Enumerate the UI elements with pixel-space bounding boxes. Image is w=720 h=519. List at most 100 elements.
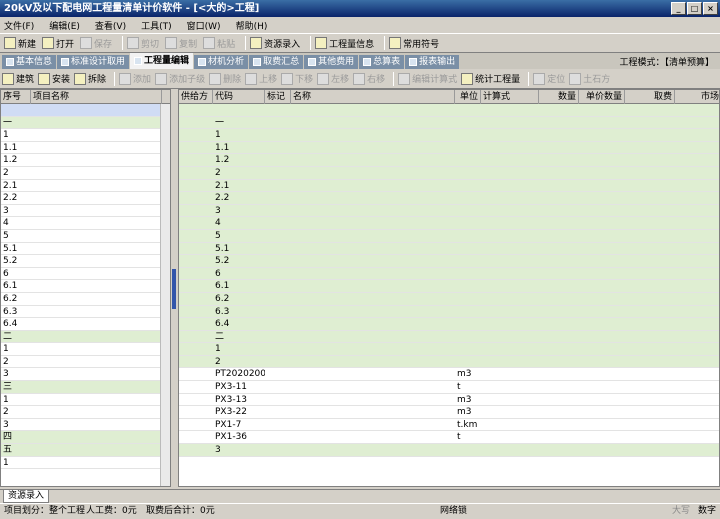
tree-row[interactable]: 4−站内电缆沟道 <box>1 217 170 230</box>
col-name-header[interactable]: 名称 <box>291 90 455 104</box>
tab-5[interactable]: 其他费用 <box>304 55 359 69</box>
toolbar-button-4[interactable]: 复制 <box>165 34 197 52</box>
minimize-button[interactable]: _ <box>671 2 686 15</box>
edit-toolbar-button-3[interactable]: 添加 <box>119 70 151 88</box>
edit-toolbar-button-0[interactable]: 建筑 <box>2 70 34 88</box>
tree-row[interactable]: 1.2−采暖、通风... <box>1 154 170 167</box>
tab-6[interactable]: 总算表 <box>359 55 405 69</box>
toolbar-button-7[interactable]: 工程量信息 <box>315 34 374 52</box>
col-unit-header[interactable]: 单位 <box>455 90 481 104</box>
edit-toolbar-button-9[interactable]: 右移 <box>353 70 385 88</box>
grid-row[interactable]: 5.1−站区道路 <box>179 242 719 256</box>
grid-row[interactable]: 6.2−站区绿化 <box>179 292 719 306</box>
tree-row[interactable]: 一−配电站(开关站)工程 <box>1 116 170 130</box>
toolbar-button-8[interactable]: 常用符号 <box>389 34 439 52</box>
grid-row[interactable]: PT20202001现浇基础m3 <box>179 368 719 382</box>
tree-row[interactable]: 6.1−围墙及大门 <box>1 280 170 293</box>
grid-row[interactable]: 1−土石方工程 <box>179 343 719 356</box>
grid-row[interactable]: 3−护坡、挡土墙及排洪沟砌筑 <box>179 444 719 457</box>
edit-toolbar-button-11[interactable]: 统计工程量 <box>461 70 520 88</box>
tree-row[interactable]: 1−电缆沟工程 <box>1 394 170 407</box>
tree-row[interactable]: 1−站内房屋建筑 <box>1 129 170 142</box>
edit-toolbar-button-4[interactable]: 添加子级 <box>155 70 205 88</box>
col-code-header[interactable]: 代码 <box>213 90 265 104</box>
col-supplier-header[interactable]: 供给方 <box>179 90 213 104</box>
grid-row[interactable]: 二−架空线路工程 <box>179 330 719 344</box>
menu-window[interactable]: 窗口(W) <box>187 19 221 32</box>
tab-4[interactable]: 取费汇总 <box>249 55 304 69</box>
col-fee-header[interactable]: 取费 <box>625 90 675 104</box>
grid-row[interactable]: PX3-13基础垫层 抗底桩石...m3 <box>179 394 719 407</box>
toolbar-button-0[interactable]: 新建 <box>4 34 36 52</box>
tree-row[interactable]: 2.2−箱式变电站... <box>1 192 170 205</box>
tab-resource-input[interactable]: 资源录入 <box>3 490 50 503</box>
grid-row[interactable]: PX3-22混凝土搅拌及浇制...m3 <box>179 406 719 419</box>
edit-toolbar-button-8[interactable]: 左移 <box>317 70 349 88</box>
splitter-grip[interactable] <box>172 269 176 309</box>
tab-2[interactable]: 工程量编辑 <box>130 53 194 69</box>
toolbar-button-5[interactable]: 粘贴 <box>203 34 235 52</box>
grid-row[interactable]: 4−站内电缆沟道 <box>179 217 719 230</box>
tree-row[interactable]: 5−站区道路及地坪 <box>1 230 170 243</box>
tree-row[interactable]: 四−通信及调度自动化 <box>1 431 170 445</box>
tab-7[interactable]: 报表输出 <box>405 55 460 69</box>
grid-row[interactable]: PX1-7人力运输 平均运距...t.km <box>179 419 719 432</box>
left-vertical-scrollbar[interactable] <box>160 104 170 486</box>
grid-row[interactable]: 2.2−箱式变电站辅助设施 <box>179 192 719 205</box>
grid-row[interactable]: 3−站内消防设施 <box>179 204 719 218</box>
menu-view[interactable]: 查看(V) <box>95 19 126 32</box>
grid-row[interactable]: 6.4−挡土墙、护坡及防洪沟 <box>179 318 719 331</box>
grid-row[interactable]: 2−成套式变电站建筑 <box>179 166 719 180</box>
toolbar-button-3[interactable]: 剪切 <box>127 34 159 52</box>
toolbar-button-1[interactable]: 打开 <box>42 34 74 52</box>
grid-row[interactable]: 一−配电站(开关站)工程 <box>179 116 719 130</box>
tree-row[interactable]: 5.2−栏栅及地坪 <box>1 255 170 268</box>
toolbar-button-2[interactable]: 保存 <box>80 34 112 52</box>
grid-row[interactable]: 2−基础工程 <box>179 355 719 369</box>
grid-row[interactable]: 1.2−采暖、通风及照明工程 <box>179 154 719 167</box>
tree-row[interactable]: 2−基础工程 <box>1 356 170 369</box>
tree-row[interactable]: 1.1−一般土建 <box>1 142 170 155</box>
col-name-header[interactable]: 项目名称 <box>31 90 162 104</box>
tab-3[interactable]: 材机分析 <box>194 55 249 69</box>
col-unit-quantity-header[interactable]: 单价数量 <box>579 90 625 104</box>
tree-row[interactable]: 1−配电站外道路 <box>1 457 170 470</box>
grid-row[interactable]: 2.1−土石方及基础工程 <box>179 179 719 193</box>
tree-row[interactable]: 6.4−挡土墙、护... <box>1 318 170 331</box>
grid-row[interactable]: 6.3−站区排水 <box>179 305 719 319</box>
edit-toolbar-button-2[interactable]: 拆除 <box>74 70 106 88</box>
tree-row[interactable]: 三−电缆线路工程 <box>1 381 170 394</box>
menu-file[interactable]: 文件(F) <box>4 19 34 32</box>
tree-row[interactable]: 五−工程相关单项工程 <box>1 444 170 457</box>
tab-0[interactable]: 基本信息 <box>2 55 57 69</box>
edit-toolbar-button-1[interactable]: 安装 <box>38 70 70 88</box>
grid-row[interactable]: 1.1−一般土建 <box>179 141 719 155</box>
col-market-header[interactable]: 市场 <box>675 90 719 104</box>
panel-splitter[interactable] <box>171 89 178 487</box>
tree-row[interactable]: 2.1−土石方及基... <box>1 180 170 193</box>
col-no-header[interactable]: 序号 <box>1 90 31 104</box>
toolbar-button-6[interactable]: 资源录入 <box>250 34 300 52</box>
tree-row[interactable]: 3−电缆排管工程 <box>1 419 170 432</box>
tree-row[interactable]: 6.2−站区绿化 <box>1 293 170 306</box>
grid-row[interactable]: 5−站区道路及地坪 <box>179 229 719 243</box>
maximize-button[interactable]: □ <box>687 2 702 15</box>
edit-toolbar-button-7[interactable]: 下移 <box>281 70 313 88</box>
grid-row[interactable]: −整个工程 <box>179 104 719 117</box>
col-mark-header[interactable]: 标记 <box>265 90 291 104</box>
grid-row[interactable]: 1−站内房屋建筑 <box>179 129 719 142</box>
menu-tools[interactable]: 工具(T) <box>141 19 172 32</box>
grid-row[interactable]: 6.1−围墙及大门 <box>179 280 719 293</box>
tree-row[interactable]: 2−电缆隧道工程 <box>1 406 170 419</box>
menu-edit[interactable]: 编辑(E) <box>49 19 80 32</box>
menu-help[interactable]: 帮助(H) <box>236 19 268 32</box>
tree-row[interactable]: 3−站内消防设施 <box>1 205 170 218</box>
edit-toolbar-button-10[interactable]: 编辑计算式 <box>398 70 457 88</box>
tree-row[interactable]: 二−架空线路工程 <box>1 330 170 344</box>
grid-row[interactable]: PX1-36汽车运输 砂、石、...t <box>179 431 719 445</box>
tree-row[interactable]: 6.3−站区排水 <box>1 306 170 319</box>
grid-row[interactable]: 5.2−栏栅及地坪 <box>179 255 719 268</box>
tree-row[interactable]: −整个工程 <box>1 104 170 117</box>
tab-1[interactable]: 标准设计取用 <box>57 55 130 69</box>
edit-toolbar-button-13[interactable]: 土石方 <box>569 70 610 88</box>
